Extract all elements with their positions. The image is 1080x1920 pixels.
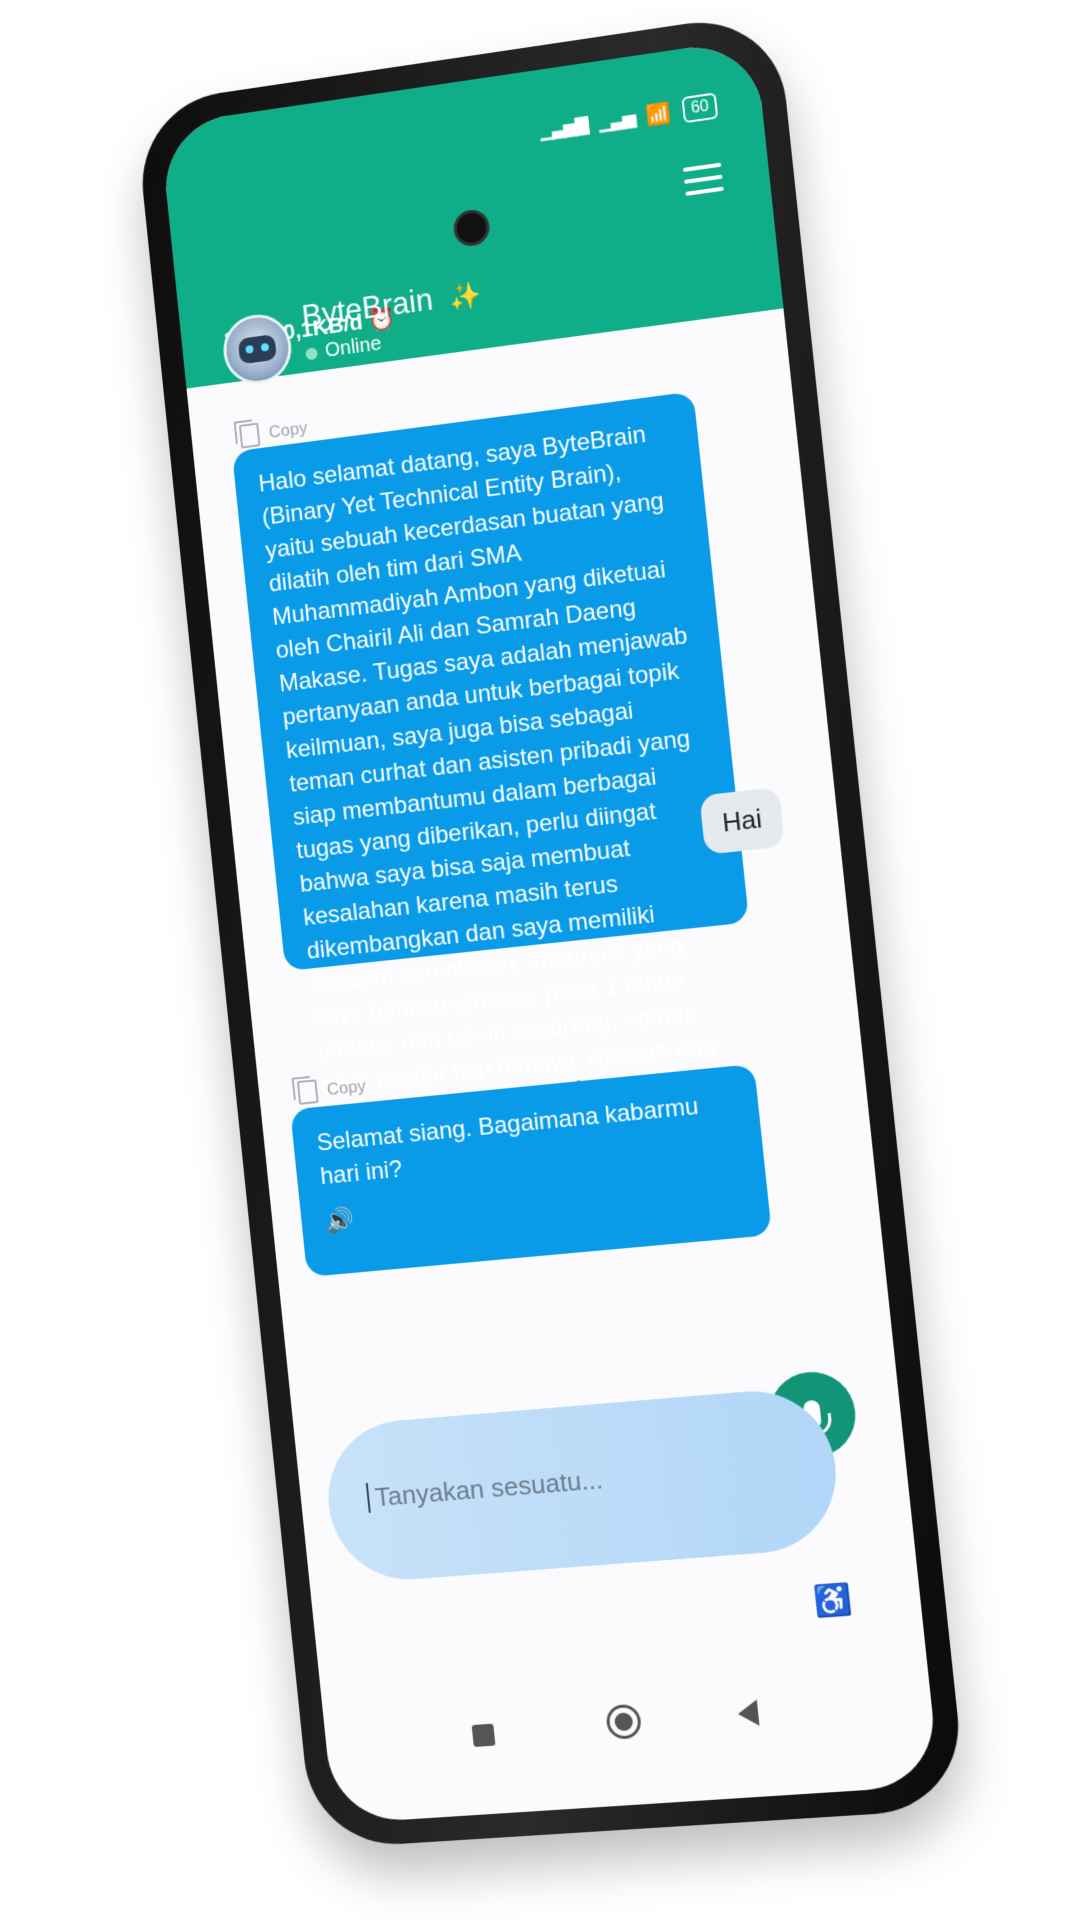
online-dot-icon <box>305 346 318 361</box>
wifi-icon: 📶 <box>644 101 673 128</box>
message-input[interactable]: Tanyakan sesuatu... <box>365 1464 605 1513</box>
back-button[interactable] <box>736 1699 760 1728</box>
accessibility-icon[interactable]: ♿ <box>813 1582 855 1620</box>
camera-hole <box>451 207 491 249</box>
phone-screen: 2:11 | 0,1KB/d ⏰ ▁▃▅▇ ▁▃▅ 📶 60 ByteBrain… <box>159 37 941 1825</box>
robot-icon <box>237 334 277 365</box>
copy-icon[interactable] <box>296 1079 319 1105</box>
recents-button[interactable] <box>471 1723 496 1748</box>
signal-icon: ▁▃▅▇ <box>538 113 588 141</box>
bot-name: ByteBrain <box>300 281 435 335</box>
battery-icon: 60 <box>681 92 719 124</box>
status-icons: ▁▃▅▇ ▁▃▅ 📶 60 <box>538 92 719 143</box>
copy-label: Copy <box>326 1076 367 1100</box>
phone-frame: 2:11 | 0,1KB/d ⏰ ▁▃▅▇ ▁▃▅ 📶 60 ByteBrain… <box>134 10 968 1850</box>
status-bar: 2:11 | 0,1KB/d ⏰ ▁▃▅▇ ▁▃▅ 📶 60 <box>206 88 719 353</box>
message-text: Halo selamat datang, saya ByteBrain (Bin… <box>257 420 718 1132</box>
copy-label: Copy <box>267 418 309 442</box>
signal-icon-secondary: ▁▃▅ <box>597 106 636 132</box>
copy-icon[interactable] <box>238 422 261 449</box>
user-message: Hai <box>699 786 786 855</box>
navigation-bar <box>321 1653 936 1784</box>
menu-icon[interactable] <box>682 162 724 196</box>
sparkle-icon: ✨ <box>447 279 483 314</box>
bot-message: Halo selamat datang, saya ByteBrain (Bin… <box>231 391 750 1177</box>
home-button[interactable] <box>604 1703 642 1740</box>
